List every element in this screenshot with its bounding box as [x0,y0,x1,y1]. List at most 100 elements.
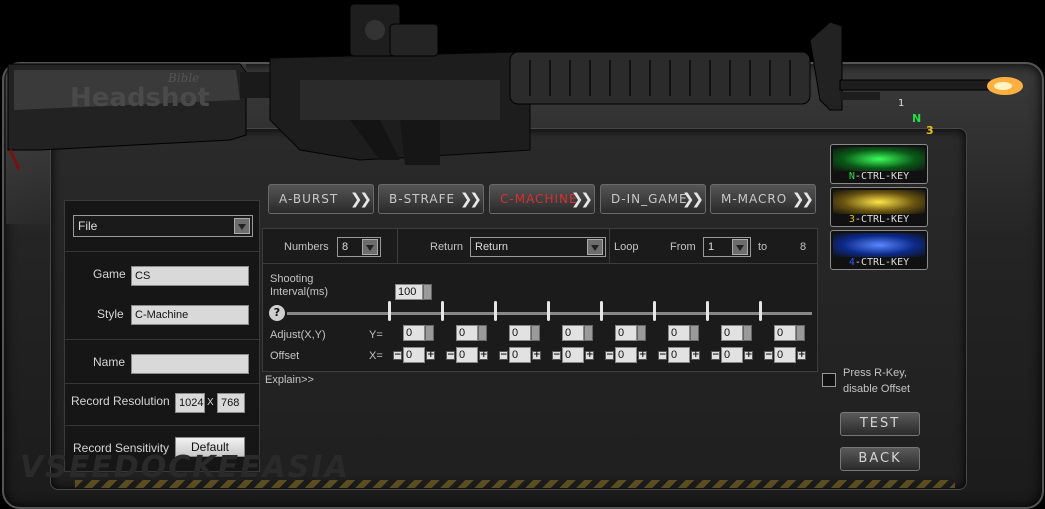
plus-icon[interactable]: + [585,351,594,360]
x-offset-1[interactable]: 0 [403,347,425,363]
resolution-width-field[interactable]: 1024 [175,393,205,413]
y-offset-2[interactable]: 0 [456,325,478,341]
numbers-label: Numbers [284,241,329,253]
minus-icon[interactable]: − [658,351,667,360]
timeline-handle[interactable] [494,301,497,321]
style-field[interactable]: C-Machine [131,305,249,325]
divider [65,425,259,426]
y-offset-3[interactable]: 0 [509,325,531,341]
y-spinner-icon[interactable] [743,325,752,341]
minus-icon[interactable]: − [764,351,773,360]
x-offset-2[interactable]: 0 [456,347,478,363]
y-spinner-icon[interactable] [531,325,540,341]
y-offset-5[interactable]: 0 [615,325,637,341]
explain-link[interactable]: Explain>> [265,374,314,386]
y-spinner-icon[interactable] [584,325,593,341]
return-select[interactable]: Return [470,237,606,257]
tab-b-strafe[interactable]: B-strafe ❯❯ [378,184,484,214]
game-field[interactable]: CS [131,266,249,286]
timeline-handle[interactable] [600,301,603,321]
minus-icon[interactable]: − [499,351,508,360]
minus-icon[interactable]: − [711,351,720,360]
y-spinner-icon[interactable] [425,325,434,341]
y-offset-6[interactable]: 0 [668,325,690,341]
back-button[interactable]: BACK [840,447,920,471]
numbers-select[interactable]: 8 [337,237,381,257]
plus-icon[interactable]: + [479,351,488,360]
resolution-height-field[interactable]: 768 [217,393,245,413]
chevron-down-icon[interactable] [587,239,603,255]
x-offset-4[interactable]: 0 [562,347,584,363]
plus-icon[interactable]: + [426,351,435,360]
y-offset-7[interactable]: 0 [721,325,743,341]
timeline-handle[interactable] [441,301,444,321]
mode-3: 3 [926,124,934,137]
y-spinner-icon[interactable] [796,325,805,341]
minus-icon[interactable]: − [446,351,455,360]
game-label: Game [93,267,126,281]
y-spinner-icon[interactable] [478,325,487,341]
return-select-value: Return [475,241,509,253]
n-ctrl-key-card[interactable]: N-CTRL-KEY [830,144,928,184]
divider [65,383,259,384]
test-button[interactable]: TEST [840,412,920,436]
x-offset-8[interactable]: 0 [774,347,796,363]
y-offset-8[interactable]: 0 [774,325,796,341]
interval-spinner-icon[interactable] [423,284,432,300]
plus-icon[interactable]: + [638,351,647,360]
stock-logo-text: Headshot [70,83,210,113]
mode-indicator: 1 N 3 [880,92,940,142]
left-settings-panel: File Game CS Style C-Machine Name Record… [64,200,260,472]
name-field[interactable] [131,354,249,374]
plus-icon[interactable]: + [744,351,753,360]
chevron-down-icon[interactable] [732,239,748,255]
y-spinner-icon[interactable] [637,325,646,341]
resolution-x-separator: X [207,397,214,408]
divider [609,229,610,263]
plus-icon[interactable]: + [797,351,806,360]
disable-offset-checkbox[interactable] [822,373,836,387]
offset-label: Offset [270,350,300,362]
x-offset-3[interactable]: 0 [509,347,531,363]
numbers-select-value: 8 [342,241,349,253]
tab-d-in-game[interactable]: D-In_Game ❯❯ [600,184,706,214]
profile-dropdown[interactable]: File [73,215,253,237]
yellow-glow-icon [833,190,925,214]
from-select[interactable]: 1 [703,237,751,257]
adjust-label: Adjust(X,Y) [270,329,326,341]
timeline-handle[interactable] [653,301,656,321]
minus-icon[interactable]: − [393,351,402,360]
tab-m-macro-label: M-Macro [721,192,788,206]
double-chevron-icon: ❯❯ [349,190,372,208]
x-offset-6[interactable]: 0 [668,347,690,363]
y-offset-1[interactable]: 0 [403,325,425,341]
x-offset-5[interactable]: 0 [615,347,637,363]
interval-ms-label: Interval(ms) [270,286,329,298]
timeline-handle[interactable] [706,301,709,321]
y-offset-4[interactable]: 0 [562,325,584,341]
tab-c-machine[interactable]: C-Machine ❯❯ [489,184,595,214]
tab-a-burst[interactable]: A-Burst ❯❯ [268,184,374,214]
timeline-handle[interactable] [759,301,762,321]
minus-icon[interactable]: − [605,351,614,360]
tab-m-macro[interactable]: M-Macro ❯❯ [710,184,816,214]
plus-icon[interactable]: + [691,351,700,360]
divider [65,251,259,252]
chevron-down-icon[interactable] [234,218,250,234]
double-chevron-icon: ❯❯ [570,190,593,208]
interval-field[interactable]: 100 [395,284,423,300]
minus-icon[interactable]: − [552,351,561,360]
from-label: From [670,241,696,253]
timeline-handle[interactable] [547,301,550,321]
green-glow-icon [833,147,925,171]
plus-icon[interactable]: + [532,351,541,360]
machine-settings-panel: Numbers 8 Return Return Loop From 1 to 8… [262,228,818,372]
3-ctrl-key-card[interactable]: 3-CTRL-KEY [830,187,928,227]
y-spinner-icon[interactable] [690,325,699,341]
chevron-down-icon[interactable] [362,239,378,255]
x-offset-7[interactable]: 0 [721,347,743,363]
question-icon[interactable]: ? [269,305,285,321]
double-chevron-icon: ❯❯ [791,190,814,208]
4-ctrl-key-card[interactable]: 4-CTRL-KEY [830,230,928,270]
timeline-handle[interactable] [388,301,391,321]
